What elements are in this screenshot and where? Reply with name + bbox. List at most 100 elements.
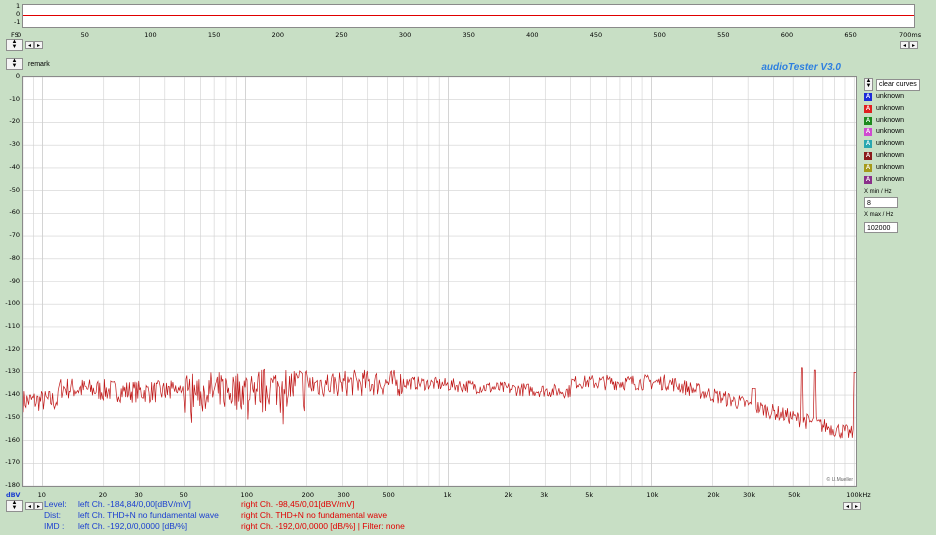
y-tick-label: -60 bbox=[9, 208, 20, 217]
legend-item[interactable]: Aunknown bbox=[864, 104, 924, 114]
main-right-left-button[interactable]: ◂ bbox=[843, 502, 852, 510]
y-tick-label: -150 bbox=[5, 412, 20, 421]
remark-spinner[interactable]: ▲ ▼ bbox=[6, 58, 23, 70]
legend-item[interactable]: Aunknown bbox=[864, 151, 924, 161]
scope-x-tick: 50 bbox=[80, 31, 89, 39]
legend-badge[interactable]: A bbox=[864, 116, 872, 125]
legend-item[interactable]: Aunknown bbox=[864, 92, 924, 102]
level-label: Level: bbox=[44, 499, 67, 509]
y-tick-label: -180 bbox=[5, 481, 20, 489]
legend-label: unknown bbox=[876, 116, 905, 124]
x-tick-label: 30 bbox=[134, 491, 143, 499]
x-max-label: X max / Hz bbox=[864, 212, 894, 218]
legend-label: unknown bbox=[876, 163, 905, 171]
remark-label: remark bbox=[28, 61, 50, 68]
y-tick-label: -140 bbox=[5, 390, 20, 399]
y-tick-label: -70 bbox=[9, 231, 20, 240]
legend-label: unknown bbox=[876, 104, 905, 112]
y-tick-label: -30 bbox=[9, 140, 20, 149]
imd-left: left Ch. -192,0/0,0000 [dB/%] bbox=[78, 521, 188, 531]
legend-label: unknown bbox=[876, 152, 905, 159]
scope-x-tick: 250 bbox=[335, 31, 348, 39]
legend-label: unknown bbox=[876, 128, 905, 136]
legend-label: unknown bbox=[876, 140, 905, 148]
scope-panel bbox=[22, 4, 915, 28]
y-tick-label: -90 bbox=[9, 276, 20, 285]
y-tick-label: -100 bbox=[5, 299, 20, 308]
x-tick-label: 50k bbox=[788, 491, 801, 499]
legend-label: unknown bbox=[876, 175, 905, 183]
legend-item[interactable]: Aunknown bbox=[864, 127, 924, 137]
main-scroll-right-button[interactable]: ▸ bbox=[34, 502, 43, 510]
scope-right-right-button[interactable]: ▸ bbox=[909, 41, 918, 49]
legend-badge[interactable]: A bbox=[864, 104, 872, 113]
scope-right-left-button[interactable]: ◂ bbox=[900, 41, 909, 49]
scope-x-tick: 550 bbox=[717, 31, 730, 39]
scope-scroll-left-button[interactable]: ◂ bbox=[25, 41, 34, 49]
scope-y-label-top: 1 bbox=[16, 2, 21, 10]
dist-label: Dist: bbox=[44, 510, 61, 520]
scope-x-tick: 450 bbox=[589, 31, 603, 39]
legend-badge[interactable]: A bbox=[864, 140, 872, 149]
x-tick-label: 2k bbox=[504, 491, 513, 499]
y-tick-label: 0 bbox=[15, 72, 20, 80]
scope-x-tick: 300 bbox=[398, 31, 412, 39]
x-tick-label: 20 bbox=[98, 491, 108, 499]
imd-label: IMD : bbox=[44, 521, 65, 531]
legend-badge[interactable]: A bbox=[864, 175, 872, 184]
spectrum-trace bbox=[23, 367, 856, 440]
scope-x-tick: 600 bbox=[780, 31, 794, 39]
legend-badge[interactable]: A bbox=[864, 93, 872, 101]
y-tick-label: -10 bbox=[9, 94, 20, 103]
x-tick-label: 20k bbox=[707, 491, 720, 499]
level-left: left Ch. -184,84/0,00[dBV/mV] bbox=[78, 499, 191, 509]
x-tick-label: 10k bbox=[646, 491, 659, 499]
y-tick-label: -160 bbox=[5, 435, 20, 444]
y-unit-label: dBV bbox=[6, 491, 21, 499]
scope-scroll-right-button[interactable]: ▸ bbox=[34, 41, 43, 49]
legend-badge[interactable]: A bbox=[864, 128, 872, 137]
scope-trace bbox=[23, 15, 914, 16]
scope-x-tick: 350 bbox=[462, 31, 475, 39]
dist-left: left Ch. THD+N no fundamental wave bbox=[78, 510, 219, 520]
legend-item[interactable]: Aunknown bbox=[864, 163, 924, 173]
y-tick-label: -170 bbox=[5, 458, 20, 467]
legend-badge[interactable]: A bbox=[864, 163, 872, 172]
scope-x-tick: 650 bbox=[844, 31, 857, 39]
x-tick-label: 200 bbox=[301, 491, 315, 499]
x-tick-label: 100 bbox=[240, 491, 253, 499]
x-tick-label: 5k bbox=[585, 491, 594, 499]
x-tick-label: 3k bbox=[540, 491, 549, 499]
x-max-input[interactable]: 102000 bbox=[864, 222, 898, 233]
spectrum-chart bbox=[23, 77, 856, 486]
main-scroll-left-button[interactable]: ◂ bbox=[25, 502, 34, 510]
scope-x-tick: 150 bbox=[207, 31, 221, 39]
legend-item[interactable]: Aunknown bbox=[864, 139, 924, 149]
y-tick-label: -40 bbox=[9, 162, 20, 171]
x-tick-label: 500 bbox=[382, 491, 395, 499]
x-tick-label: 30k bbox=[743, 491, 756, 499]
y-tick-label: -120 bbox=[5, 344, 20, 353]
legend-badge[interactable]: A bbox=[864, 152, 872, 160]
imd-right: right Ch. -192,0/0,0000 [dB/%] | Filter:… bbox=[241, 521, 405, 531]
scope-x-tick: 400 bbox=[526, 31, 539, 39]
app-brand: audioTester V3.0 bbox=[761, 62, 841, 73]
scope-zoom-spinner[interactable]: ▲ ▼ bbox=[6, 39, 23, 51]
main-zoom-spinner[interactable]: ▲ ▼ bbox=[6, 500, 23, 512]
x-tick-label: 300 bbox=[337, 491, 350, 499]
y-tick-label: -20 bbox=[9, 117, 20, 126]
watermark: © U.Mueller bbox=[826, 477, 853, 483]
legend-label: unknown bbox=[876, 93, 905, 100]
y-tick-label: -80 bbox=[9, 253, 20, 262]
legend-item[interactable]: Aunknown bbox=[864, 175, 924, 185]
scope-y-label-bottom: -1 bbox=[14, 18, 21, 26]
x-min-input[interactable]: 8 bbox=[864, 197, 898, 208]
scope-x-tick: 100 bbox=[144, 31, 157, 39]
scope-x-tick: 500 bbox=[653, 31, 666, 39]
main-right-right-button[interactable]: ▸ bbox=[852, 502, 861, 510]
legend-spinner[interactable]: ▲ ▼ bbox=[864, 78, 873, 91]
legend-item[interactable]: Aunknown bbox=[864, 116, 924, 126]
clear-curves-button[interactable]: clear curves bbox=[876, 79, 920, 91]
y-tick-label: -110 bbox=[5, 321, 20, 330]
x-tick-label: 10 bbox=[37, 491, 46, 499]
